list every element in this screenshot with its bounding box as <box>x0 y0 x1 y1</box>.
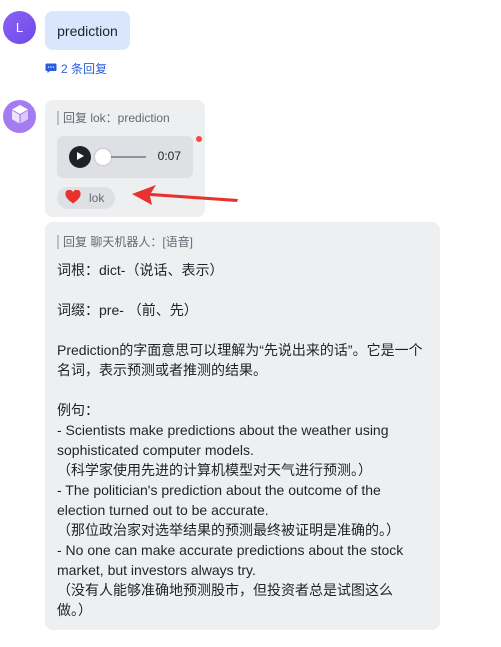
user-avatar[interactable]: L <box>3 11 36 44</box>
text-line: sophisticated computer models. <box>57 442 254 458</box>
play-icon <box>75 148 85 166</box>
text-reply-card: 回复 聊天机器人：[语音] 词根：dict-（说话、表示） 词缀：pre- （前、… <box>45 222 440 630</box>
avatar-letter: L <box>15 20 24 35</box>
audio-progress-thumb[interactable] <box>95 149 111 165</box>
thread-reply-count-link[interactable]: 2 条回复 <box>45 59 107 77</box>
text-line: （科学家使用先进的计算机模型对天气进行预测。） <box>57 462 372 478</box>
text-line: 名词，表示预测或者推测的结果。 <box>57 362 267 378</box>
text-line: election turned out to be accurate. <box>57 502 269 518</box>
text-line: 做。） <box>57 602 92 618</box>
user-message-text: prediction <box>57 22 118 39</box>
reaction-user: lok <box>89 191 105 205</box>
text-line: （没有人能够准确地预测股市，但投资者总是试图这么 <box>57 582 393 598</box>
reply-count-label: 2 条回复 <box>61 61 108 76</box>
text-line: - No one can make accurate predictions a… <box>57 542 404 558</box>
heart-icon <box>65 189 81 207</box>
audio-duration: 0:07 <box>157 149 181 163</box>
reply-text-body: 词根：dict-（说话、表示） 词缀：pre- （前、先） Prediction的字… <box>57 260 429 620</box>
text-line: - Scientists make predictions about the … <box>57 422 389 438</box>
user-message-bubble[interactable]: prediction <box>45 11 130 50</box>
reply-quote-voice: 回复 聊天机器人：[语音] <box>57 235 193 249</box>
text-line: Prediction的字面意思可以理解为“先说出来的话”。它是一个 <box>57 342 423 358</box>
reaction-chip[interactable]: lok <box>57 187 115 209</box>
text-line: - The politician's prediction about the … <box>57 482 381 498</box>
unread-dot <box>196 136 202 142</box>
text-line: 词根：dict-（说话、表示） <box>57 262 224 278</box>
text-line: 例句： <box>57 402 99 418</box>
text-line: market, but investors always try. <box>57 562 256 578</box>
bot-avatar[interactable] <box>3 100 36 133</box>
play-button[interactable] <box>69 146 91 168</box>
text-line: 词缀：pre- （前、先） <box>57 302 198 318</box>
audio-player[interactable]: 0:07 <box>57 136 193 178</box>
reply-quote: 回复 lok：prediction <box>57 111 170 125</box>
cube-icon <box>9 103 31 130</box>
annotation-arrow-icon <box>130 182 242 217</box>
text-line: （那位政治家对选举结果的预测最终被证明是准确的。） <box>57 522 400 538</box>
comment-icon <box>45 63 57 74</box>
